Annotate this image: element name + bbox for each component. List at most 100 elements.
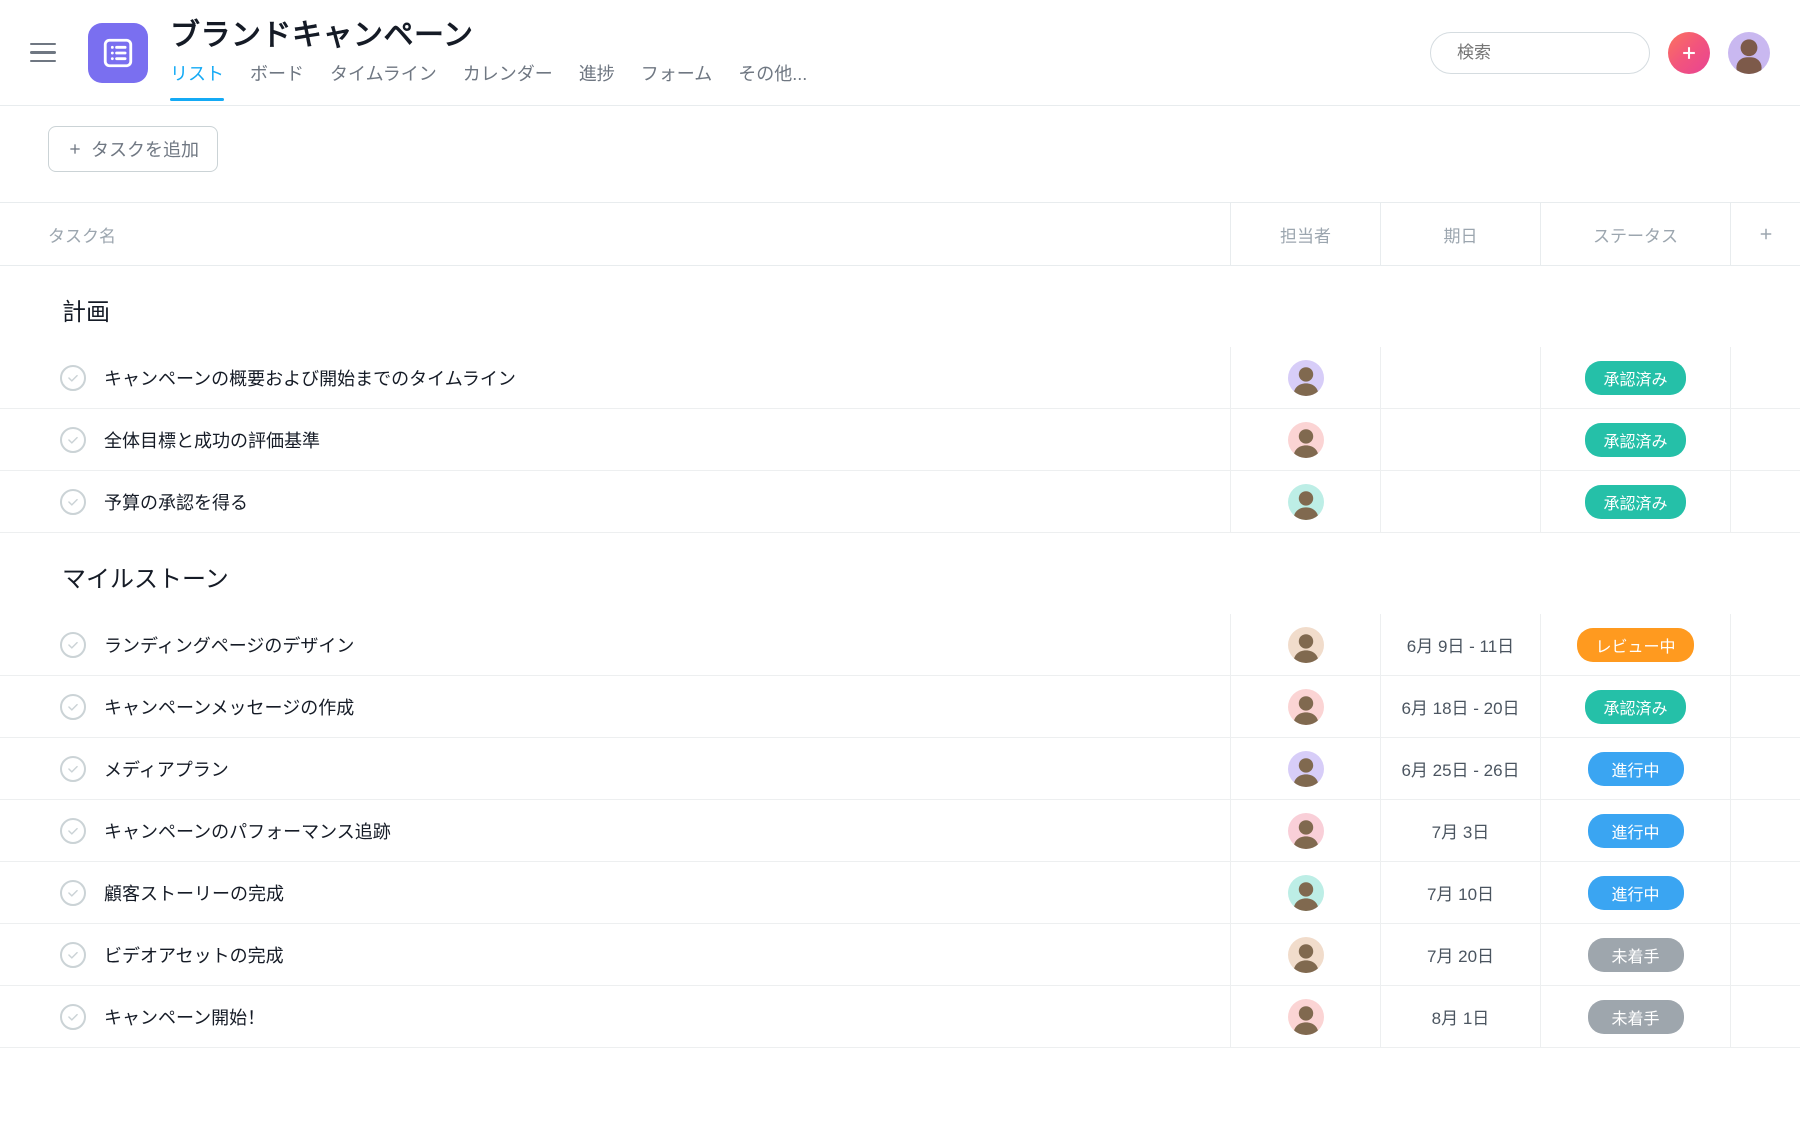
due-cell[interactable]: 8月 1日 — [1380, 986, 1540, 1047]
current-user-avatar[interactable] — [1728, 32, 1770, 74]
assignee-cell[interactable] — [1230, 862, 1380, 923]
tab-3[interactable]: カレンダー — [463, 60, 553, 96]
task-name[interactable]: ビデオアセットの完成 — [104, 942, 1230, 968]
assignee-avatar[interactable] — [1288, 813, 1324, 849]
task-name[interactable]: ランディングページのデザイン — [104, 632, 1230, 658]
due-cell[interactable]: 7月 3日 — [1380, 800, 1540, 861]
task-row[interactable]: 予算の承認を得る 承認済み — [0, 471, 1800, 533]
complete-checkbox[interactable] — [60, 489, 86, 515]
search-input-wrap[interactable] — [1430, 32, 1650, 74]
assignee-cell[interactable] — [1230, 614, 1380, 675]
assignee-avatar[interactable] — [1288, 422, 1324, 458]
add-task-button[interactable]: タスクを追加 — [48, 126, 218, 172]
assignee-avatar[interactable] — [1288, 689, 1324, 725]
assignee-cell[interactable] — [1230, 800, 1380, 861]
task-row[interactable]: 全体目標と成功の評価基準 承認済み — [0, 409, 1800, 471]
status-cell[interactable]: 承認済み — [1540, 471, 1730, 532]
status-pill[interactable]: 承認済み — [1585, 485, 1685, 519]
task-name[interactable]: キャンペーンメッセージの作成 — [104, 694, 1230, 720]
complete-checkbox[interactable] — [60, 694, 86, 720]
task-name[interactable]: 顧客ストーリーの完成 — [104, 880, 1230, 906]
task-name[interactable]: 予算の承認を得る — [104, 489, 1230, 515]
status-pill[interactable]: 進行中 — [1588, 814, 1684, 848]
task-name[interactable]: 全体目標と成功の評価基準 — [104, 427, 1230, 453]
status-pill[interactable]: 承認済み — [1585, 423, 1685, 457]
due-cell[interactable] — [1380, 471, 1540, 532]
column-assignee[interactable]: 担当者 — [1230, 203, 1380, 265]
assignee-cell[interactable] — [1230, 986, 1380, 1047]
status-cell[interactable]: レビュー中 — [1540, 614, 1730, 675]
task-row[interactable]: ランディングページのデザイン 6月 9日 - 11日 レビュー中 — [0, 614, 1800, 676]
assignee-avatar[interactable] — [1288, 751, 1324, 787]
column-due[interactable]: 期日 — [1380, 203, 1540, 265]
assignee-avatar[interactable] — [1288, 360, 1324, 396]
complete-checkbox[interactable] — [60, 942, 86, 968]
complete-checkbox[interactable] — [60, 632, 86, 658]
due-cell[interactable]: 6月 25日 - 26日 — [1380, 738, 1540, 799]
status-cell[interactable]: 承認済み — [1540, 676, 1730, 737]
assignee-avatar[interactable] — [1288, 999, 1324, 1035]
task-row[interactable]: キャンペーンの概要および開始までのタイムライン 承認済み — [0, 347, 1800, 409]
status-pill[interactable]: 未着手 — [1588, 938, 1684, 972]
due-cell[interactable]: 6月 9日 - 11日 — [1380, 614, 1540, 675]
assignee-avatar[interactable] — [1288, 875, 1324, 911]
tab-1[interactable]: ボード — [250, 60, 304, 96]
assignee-cell[interactable] — [1230, 924, 1380, 985]
due-cell[interactable]: 7月 20日 — [1380, 924, 1540, 985]
complete-checkbox[interactable] — [60, 818, 86, 844]
complete-checkbox[interactable] — [60, 756, 86, 782]
status-pill[interactable]: 進行中 — [1588, 876, 1684, 910]
task-row[interactable]: ビデオアセットの完成 7月 20日 未着手 — [0, 924, 1800, 986]
task-row[interactable]: 顧客ストーリーの完成 7月 10日 進行中 — [0, 862, 1800, 924]
due-cell[interactable] — [1380, 409, 1540, 470]
status-cell[interactable]: 進行中 — [1540, 862, 1730, 923]
status-pill[interactable]: 承認済み — [1585, 361, 1685, 395]
search-input[interactable] — [1457, 43, 1678, 63]
task-row[interactable]: キャンペーン開始！ 8月 1日 未着手 — [0, 986, 1800, 1048]
column-status[interactable]: ステータス — [1540, 203, 1730, 265]
status-cell[interactable]: 承認済み — [1540, 409, 1730, 470]
status-pill[interactable]: 進行中 — [1588, 752, 1684, 786]
tab-4[interactable]: 進捗 — [579, 60, 615, 96]
due-cell[interactable]: 6月 18日 - 20日 — [1380, 676, 1540, 737]
column-task-name[interactable]: タスク名 — [0, 222, 1230, 247]
assignee-cell[interactable] — [1230, 471, 1380, 532]
assignee-avatar[interactable] — [1288, 627, 1324, 663]
section-title[interactable]: マイルストーン — [0, 533, 1800, 614]
task-row[interactable]: キャンペーンのパフォーマンス追跡 7月 3日 進行中 — [0, 800, 1800, 862]
status-cell[interactable]: 進行中 — [1540, 800, 1730, 861]
tab-6[interactable]: その他... — [738, 60, 807, 96]
assignee-avatar[interactable] — [1288, 937, 1324, 973]
menu-icon[interactable] — [30, 35, 66, 71]
complete-checkbox[interactable] — [60, 880, 86, 906]
task-row[interactable]: キャンペーンメッセージの作成 6月 18日 - 20日 承認済み — [0, 676, 1800, 738]
status-pill[interactable]: 承認済み — [1585, 690, 1685, 724]
complete-checkbox[interactable] — [60, 365, 86, 391]
assignee-cell[interactable] — [1230, 409, 1380, 470]
task-row[interactable]: メディアプラン 6月 25日 - 26日 進行中 — [0, 738, 1800, 800]
status-pill[interactable]: レビュー中 — [1577, 628, 1693, 662]
complete-checkbox[interactable] — [60, 1004, 86, 1030]
tab-0[interactable]: リスト — [170, 60, 224, 96]
assignee-cell[interactable] — [1230, 676, 1380, 737]
status-cell[interactable]: 未着手 — [1540, 986, 1730, 1047]
status-cell[interactable]: 進行中 — [1540, 738, 1730, 799]
task-name[interactable]: キャンペーンの概要および開始までのタイムライン — [104, 365, 1230, 391]
project-icon[interactable] — [88, 23, 148, 83]
due-cell[interactable]: 7月 10日 — [1380, 862, 1540, 923]
assignee-avatar[interactable] — [1288, 484, 1324, 520]
status-cell[interactable]: 未着手 — [1540, 924, 1730, 985]
tab-5[interactable]: フォーム — [641, 60, 712, 96]
global-add-button[interactable] — [1668, 32, 1710, 74]
add-column-button[interactable] — [1730, 203, 1800, 265]
task-name[interactable]: キャンペーンのパフォーマンス追跡 — [104, 818, 1230, 844]
assignee-cell[interactable] — [1230, 738, 1380, 799]
status-pill[interactable]: 未着手 — [1588, 1000, 1684, 1034]
status-cell[interactable]: 承認済み — [1540, 347, 1730, 408]
assignee-cell[interactable] — [1230, 347, 1380, 408]
task-name[interactable]: キャンペーン開始！ — [104, 1004, 1230, 1030]
section-title[interactable]: 計画 — [0, 266, 1800, 347]
task-name[interactable]: メディアプラン — [104, 756, 1230, 782]
complete-checkbox[interactable] — [60, 427, 86, 453]
due-cell[interactable] — [1380, 347, 1540, 408]
